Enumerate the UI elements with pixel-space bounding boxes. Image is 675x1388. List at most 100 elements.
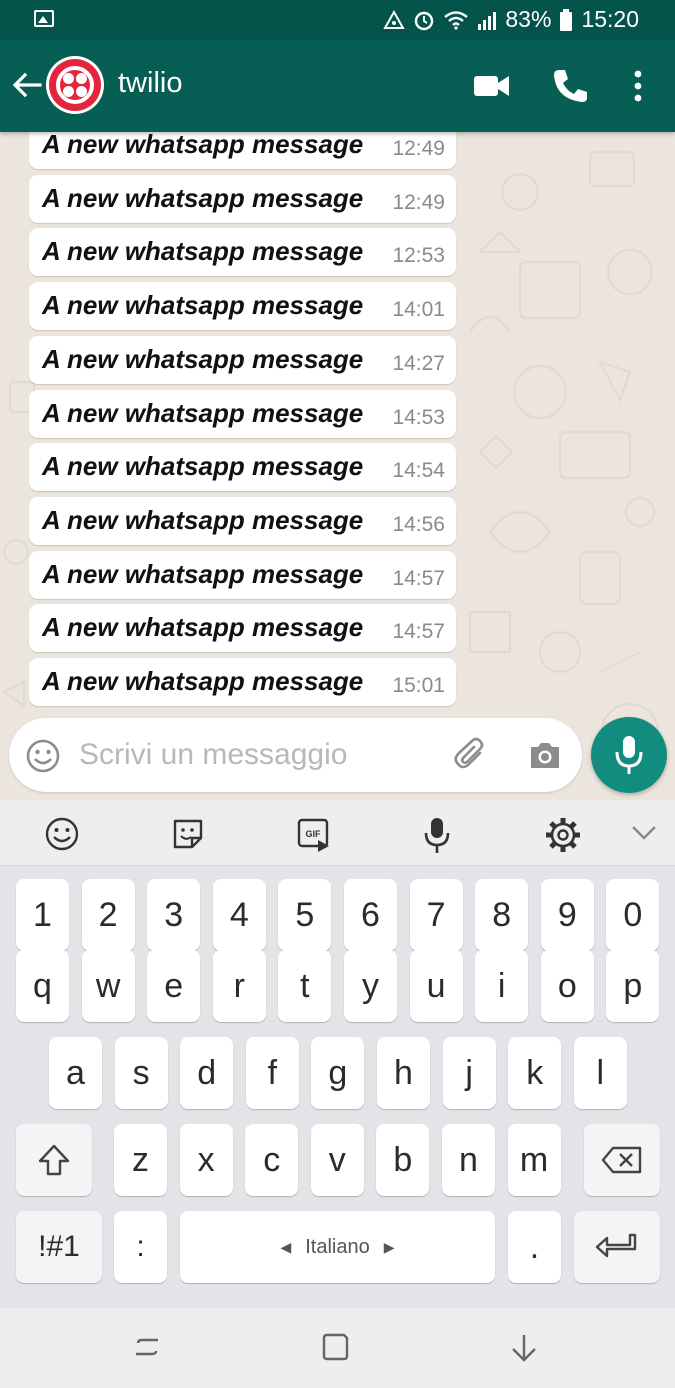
message-text: A new whatsapp message bbox=[42, 183, 364, 213]
key-d[interactable]: d bbox=[180, 1037, 234, 1109]
message-time: 14:57 bbox=[392, 567, 445, 590]
key-0[interactable]: 0 bbox=[606, 879, 660, 951]
key-b[interactable]: b bbox=[376, 1124, 430, 1196]
message-bubble[interactable]: A new whatsapp message 12:49 bbox=[29, 175, 456, 223]
emoji-icon[interactable] bbox=[25, 738, 61, 774]
key-1[interactable]: 1 bbox=[16, 879, 69, 951]
key-i[interactable]: i bbox=[475, 950, 529, 1022]
message-bubble[interactable]: A new whatsapp message 14:27 bbox=[29, 336, 456, 384]
back-down-icon[interactable] bbox=[508, 1332, 540, 1364]
key-a[interactable]: a bbox=[49, 1037, 102, 1109]
key-x[interactable]: x bbox=[179, 1124, 233, 1196]
voice-input-icon[interactable] bbox=[421, 816, 453, 856]
key-8[interactable]: 8 bbox=[475, 879, 529, 951]
key-q[interactable]: q bbox=[16, 950, 69, 1022]
key-t[interactable]: t bbox=[278, 950, 332, 1022]
keyboard-toolbar: GIF bbox=[0, 800, 675, 866]
key-p[interactable]: p bbox=[606, 950, 660, 1022]
battery-icon bbox=[560, 8, 573, 31]
video-call-icon[interactable] bbox=[472, 66, 512, 106]
key-m[interactable]: m bbox=[507, 1124, 561, 1196]
key-4[interactable]: 4 bbox=[212, 879, 266, 951]
key-y[interactable]: y bbox=[344, 950, 397, 1022]
message-bubble[interactable]: A new whatsapp message 14:01 bbox=[29, 282, 456, 330]
period-key[interactable]: . bbox=[508, 1211, 561, 1283]
message-bubble[interactable]: A new whatsapp message 15:01 bbox=[29, 658, 456, 706]
back-arrow-icon[interactable] bbox=[10, 68, 44, 102]
home-icon[interactable] bbox=[320, 1332, 350, 1362]
key-o[interactable]: o bbox=[540, 950, 594, 1022]
message-text: A new whatsapp message bbox=[42, 236, 364, 266]
message-time: 14:27 bbox=[392, 352, 445, 375]
message-text: A new whatsapp message bbox=[42, 451, 364, 481]
key-c[interactable]: c bbox=[245, 1124, 299, 1196]
shift-key[interactable] bbox=[16, 1124, 92, 1196]
message-bubble[interactable]: A new whatsapp message 14:57 bbox=[29, 551, 456, 599]
key-7[interactable]: 7 bbox=[409, 879, 463, 951]
mic-icon bbox=[615, 736, 643, 774]
camera-icon[interactable] bbox=[527, 737, 563, 773]
key-u[interactable]: u bbox=[409, 950, 463, 1022]
left-arrow-icon: ◀ bbox=[280, 1238, 292, 1255]
svg-text:GIF: GIF bbox=[306, 829, 322, 839]
attach-clip-icon[interactable] bbox=[453, 737, 489, 773]
key-6[interactable]: 6 bbox=[344, 879, 397, 951]
record-voice-button[interactable] bbox=[591, 717, 667, 793]
key-k[interactable]: k bbox=[508, 1037, 562, 1109]
alarm-icon bbox=[415, 11, 434, 30]
keyboard: 1234567890 qwertyuiop asdfghjkl zxcvbnm … bbox=[0, 866, 675, 1308]
backspace-key[interactable] bbox=[584, 1124, 660, 1196]
message-text: A new whatsapp message bbox=[42, 612, 364, 642]
right-arrow-icon: ▶ bbox=[383, 1238, 395, 1255]
message-bubble[interactable]: A new whatsapp message 14:57 bbox=[29, 604, 456, 652]
key-w[interactable]: w bbox=[81, 950, 135, 1022]
message-bubble[interactable]: A new whatsapp message 14:53 bbox=[29, 390, 456, 438]
clock: 15:20 bbox=[581, 6, 639, 32]
message-text: A new whatsapp message bbox=[42, 505, 364, 535]
key-h[interactable]: h bbox=[377, 1037, 430, 1109]
key-5[interactable]: 5 bbox=[278, 879, 332, 951]
more-vert-icon[interactable] bbox=[620, 66, 656, 106]
space-key[interactable]: ◀ Italiano ▶ bbox=[180, 1211, 495, 1283]
chat-area[interactable]: A new whatsapp message 12:49 A new whatsap… bbox=[0, 132, 675, 802]
message-bubble[interactable]: A new whatsapp message 14:56 bbox=[29, 497, 456, 545]
enter-key[interactable] bbox=[574, 1211, 660, 1283]
key-v[interactable]: v bbox=[310, 1124, 364, 1196]
contact-name[interactable]: twilio bbox=[118, 67, 182, 100]
symbols-key[interactable]: !#1 bbox=[16, 1211, 102, 1283]
key-2[interactable]: 2 bbox=[81, 879, 135, 951]
key-r[interactable]: r bbox=[212, 950, 266, 1022]
message-input[interactable]: Scrivi un messaggio bbox=[79, 738, 347, 772]
key-e[interactable]: e bbox=[147, 950, 201, 1022]
key-z[interactable]: z bbox=[114, 1124, 167, 1196]
message-time: 15:01 bbox=[392, 674, 445, 697]
message-text: A new whatsapp message bbox=[42, 398, 364, 428]
message-time: 14:56 bbox=[392, 513, 445, 536]
message-time: 14:53 bbox=[392, 406, 445, 429]
key-f[interactable]: f bbox=[245, 1037, 299, 1109]
message-bubble[interactable]: A new whatsapp message 14:54 bbox=[29, 443, 456, 491]
key-n[interactable]: n bbox=[442, 1124, 495, 1196]
message-bubble[interactable]: A new whatsapp message 12:49 bbox=[29, 132, 456, 169]
key-s[interactable]: s bbox=[114, 1037, 168, 1109]
key-l[interactable]: l bbox=[573, 1037, 627, 1109]
colon-key[interactable]: : bbox=[114, 1211, 167, 1283]
gif-icon[interactable]: GIF bbox=[296, 816, 332, 852]
collapse-chevron-icon[interactable] bbox=[631, 824, 657, 842]
shift-icon bbox=[38, 1144, 70, 1176]
key-9[interactable]: 9 bbox=[540, 879, 594, 951]
message-bubble[interactable]: A new whatsapp message 12:53 bbox=[29, 228, 456, 276]
gallery-icon bbox=[34, 10, 54, 27]
emoji-icon[interactable] bbox=[44, 816, 80, 852]
compose-bar[interactable]: Scrivi un messaggio bbox=[9, 718, 582, 792]
twilio-logo-avatar[interactable] bbox=[46, 56, 104, 114]
recent-apps-icon[interactable] bbox=[132, 1332, 162, 1362]
battery-percent: 83% bbox=[505, 6, 552, 32]
key-g[interactable]: g bbox=[311, 1037, 365, 1109]
message-text: A new whatsapp message bbox=[42, 290, 364, 320]
settings-gear-icon[interactable] bbox=[544, 816, 582, 854]
sticker-icon[interactable] bbox=[170, 816, 206, 852]
key-3[interactable]: 3 bbox=[147, 879, 201, 951]
key-j[interactable]: j bbox=[442, 1037, 496, 1109]
phone-call-icon[interactable] bbox=[550, 66, 590, 106]
